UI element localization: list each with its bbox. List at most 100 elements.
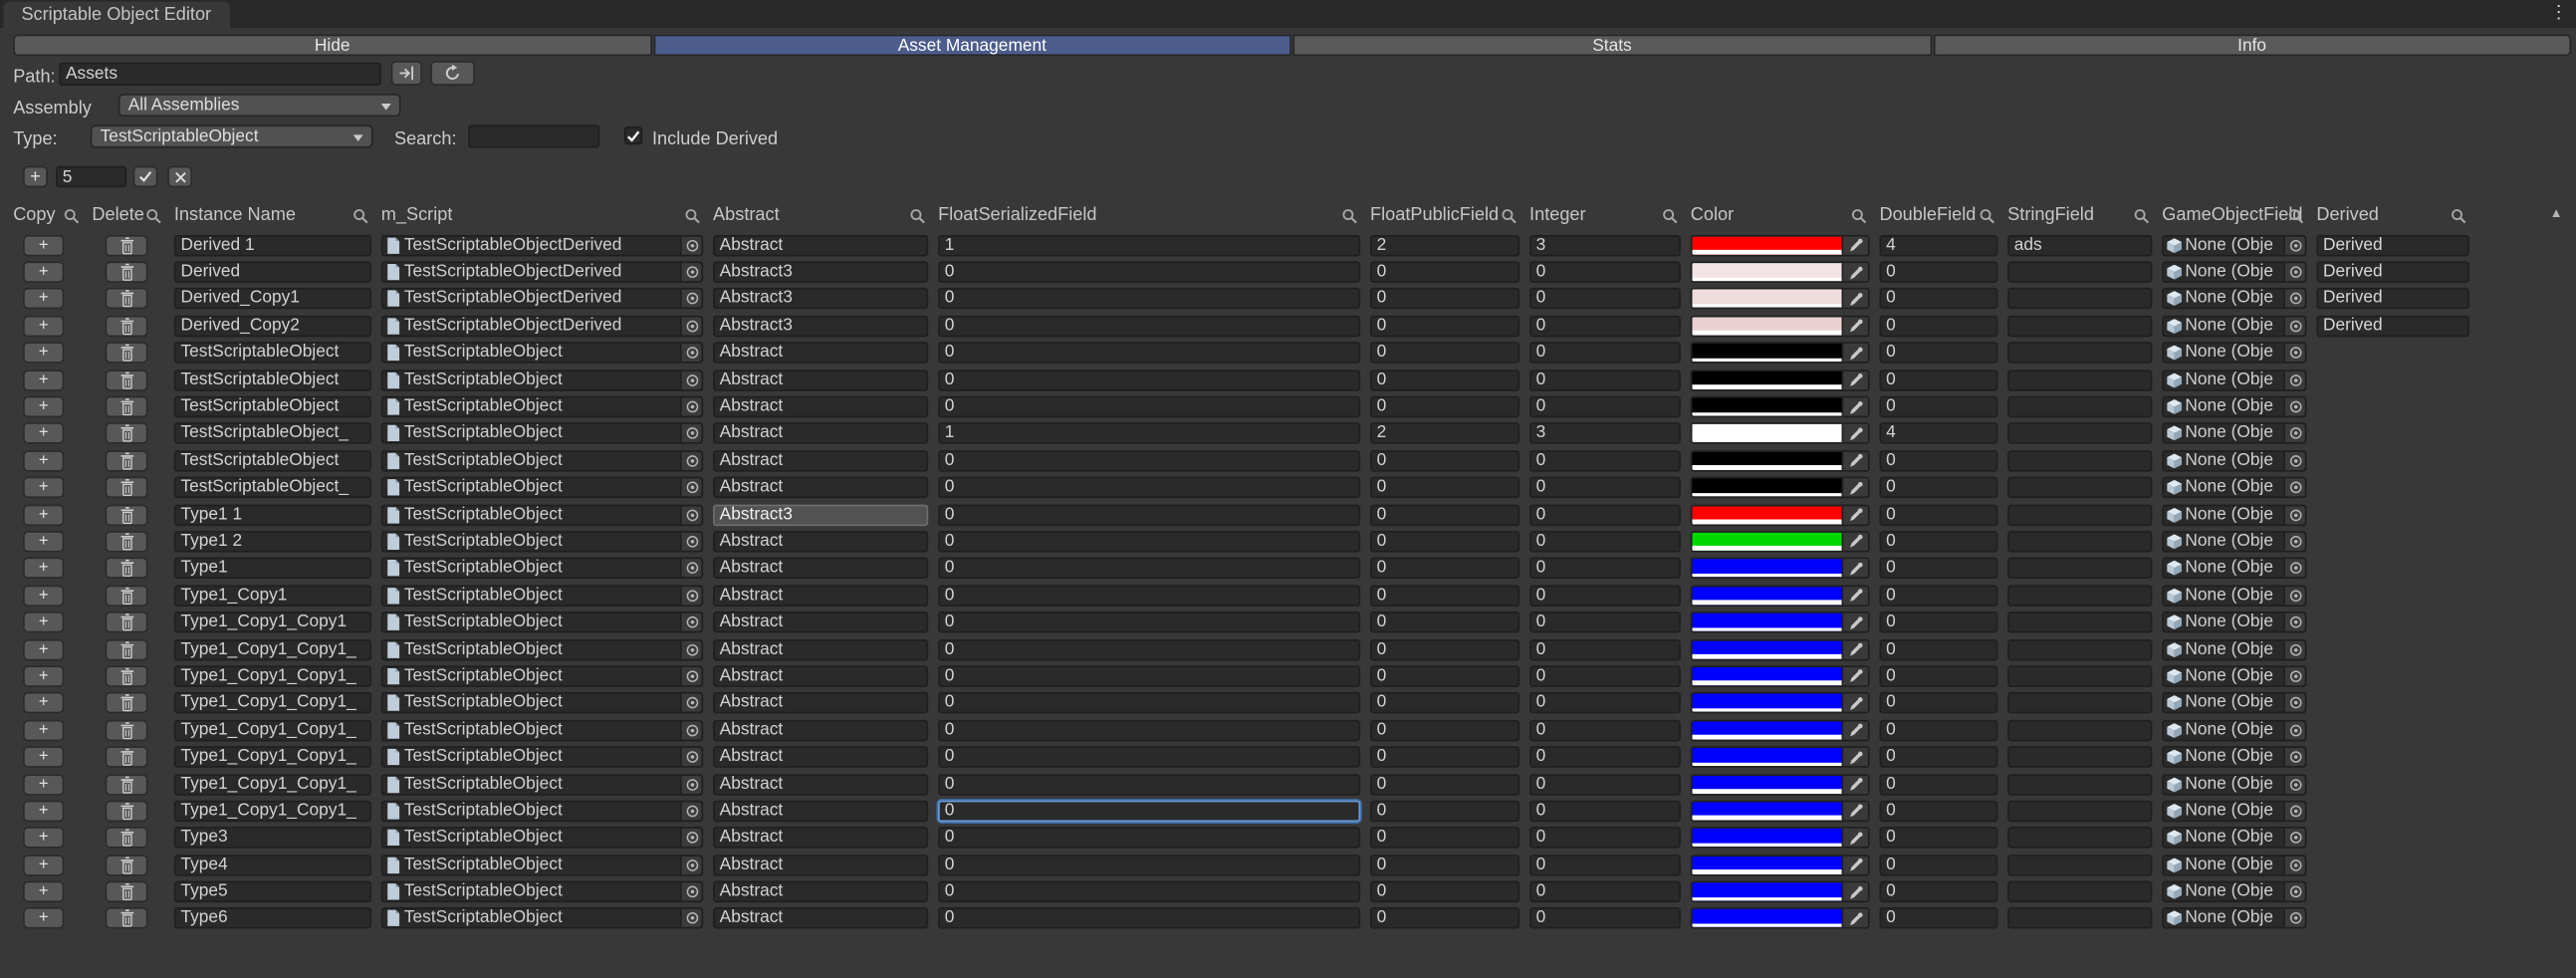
double-field[interactable]: 0 — [1879, 692, 1998, 714]
object-picker-icon[interactable] — [2283, 666, 2305, 686]
object-picker-icon[interactable] — [680, 532, 702, 551]
object-picker-icon[interactable] — [680, 236, 702, 255]
object-picker-icon[interactable] — [680, 639, 702, 659]
float-public-field[interactable]: 0 — [1370, 800, 1521, 823]
float-serialized-field[interactable]: 0 — [938, 611, 1361, 633]
kebab-menu-icon[interactable]: ⋮ — [2550, 3, 2568, 24]
eyedropper-icon[interactable] — [1841, 856, 1868, 874]
delete-row-button[interactable] — [105, 611, 148, 633]
float-public-field[interactable]: 0 — [1370, 827, 1521, 850]
float-public-field[interactable]: 0 — [1370, 585, 1521, 607]
column-header-color[interactable]: Color — [1691, 204, 1870, 230]
color-field[interactable] — [1690, 638, 1870, 660]
instance-name-field[interactable]: Type1_Copy1 — [173, 585, 371, 607]
gameobject-field[interactable]: None (Obje — [2162, 854, 2307, 876]
abstract-field[interactable]: Abstract — [713, 907, 929, 930]
string-field[interactable] — [2007, 800, 2153, 823]
object-picker-icon[interactable] — [2283, 748, 2305, 767]
color-field[interactable] — [1690, 585, 1870, 607]
column-header-derived[interactable]: Derived — [2316, 204, 2468, 230]
eyedropper-icon[interactable] — [1841, 424, 1868, 443]
object-picker-icon[interactable] — [2283, 694, 2305, 713]
integer-field[interactable]: 0 — [1529, 880, 1681, 903]
copy-row-button[interactable]: + — [23, 638, 65, 660]
float-public-field[interactable]: 0 — [1370, 692, 1521, 714]
color-field[interactable] — [1690, 234, 1870, 256]
float-public-field[interactable]: 0 — [1370, 719, 1521, 741]
float-serialized-field[interactable]: 0 — [938, 773, 1361, 795]
double-field[interactable]: 0 — [1879, 504, 1998, 526]
derived-field[interactable]: Derived — [2316, 234, 2469, 256]
copy-row-button[interactable]: + — [23, 476, 65, 499]
integer-field[interactable]: 3 — [1529, 234, 1681, 256]
float-public-field[interactable]: 0 — [1370, 665, 1521, 687]
eyedropper-icon[interactable] — [1841, 802, 1868, 821]
integer-field[interactable]: 0 — [1529, 907, 1681, 930]
delete-row-button[interactable] — [105, 827, 148, 850]
integer-field[interactable]: 0 — [1529, 638, 1681, 660]
search-icon[interactable] — [1500, 207, 1518, 225]
include-derived-checkbox[interactable] — [623, 126, 643, 145]
gameobject-field[interactable]: None (Obje — [2162, 907, 2307, 930]
color-field[interactable] — [1690, 261, 1870, 283]
delete-row-button[interactable] — [105, 854, 148, 876]
tab-asset-management[interactable]: Asset Management — [652, 34, 1291, 57]
copy-row-button[interactable]: + — [23, 746, 65, 768]
gameobject-field[interactable]: None (Obje — [2162, 422, 2307, 445]
abstract-field[interactable]: Abstract — [713, 476, 929, 499]
column-header-float-public[interactable]: FloatPublicField — [1370, 204, 1520, 230]
object-picker-icon[interactable] — [2283, 775, 2305, 794]
tab-stats[interactable]: Stats — [1292, 34, 1932, 57]
integer-field[interactable]: 0 — [1529, 315, 1681, 338]
integer-field[interactable]: 0 — [1529, 800, 1681, 823]
float-public-field[interactable]: 0 — [1370, 449, 1521, 472]
script-object-field[interactable]: TestScriptableObject — [380, 558, 704, 580]
eyedropper-icon[interactable] — [1841, 694, 1868, 713]
copy-row-button[interactable]: + — [23, 449, 65, 472]
integer-field[interactable]: 0 — [1529, 854, 1681, 876]
instance-name-field[interactable]: Type1_Copy1_Copy1_ — [173, 773, 371, 795]
apply-button[interactable] — [132, 165, 158, 188]
eyedropper-icon[interactable] — [1841, 397, 1868, 416]
double-field[interactable]: 0 — [1879, 907, 1998, 930]
object-picker-icon[interactable] — [680, 370, 702, 389]
color-field[interactable] — [1690, 880, 1870, 903]
gameobject-field[interactable]: None (Obje — [2162, 395, 2307, 418]
gameobject-field[interactable]: None (Obje — [2162, 692, 2307, 714]
copy-row-button[interactable]: + — [23, 880, 65, 903]
double-field[interactable]: 0 — [1879, 558, 1998, 580]
object-picker-icon[interactable] — [2283, 882, 2305, 901]
delete-row-button[interactable] — [105, 531, 148, 553]
search-icon[interactable] — [1978, 207, 1995, 225]
gameobject-field[interactable]: None (Obje — [2162, 261, 2307, 283]
float-public-field[interactable]: 0 — [1370, 854, 1521, 876]
script-object-field[interactable]: TestScriptableObject — [380, 907, 704, 930]
double-field[interactable]: 0 — [1879, 719, 1998, 741]
instance-name-field[interactable]: Type1_Copy1_Copy1_ — [173, 692, 371, 714]
float-public-field[interactable]: 0 — [1370, 261, 1521, 283]
object-picker-icon[interactable] — [680, 424, 702, 443]
object-picker-icon[interactable] — [680, 721, 702, 740]
color-field[interactable] — [1690, 315, 1870, 338]
object-picker-icon[interactable] — [680, 559, 702, 578]
delete-row-button[interactable] — [105, 504, 148, 526]
float-serialized-field[interactable]: 0 — [938, 746, 1361, 768]
double-field[interactable]: 0 — [1879, 476, 1998, 499]
column-header-delete[interactable]: Delete — [92, 204, 164, 230]
delete-row-button[interactable] — [105, 585, 148, 607]
type-dropdown[interactable]: TestScriptableObject — [90, 124, 373, 148]
eyedropper-icon[interactable] — [1841, 639, 1868, 659]
float-public-field[interactable]: 0 — [1370, 907, 1521, 930]
copy-row-button[interactable]: + — [23, 261, 65, 283]
assembly-dropdown[interactable]: All Assemblies — [117, 94, 401, 118]
delete-row-button[interactable] — [105, 395, 148, 418]
search-icon[interactable] — [1661, 207, 1679, 225]
object-picker-icon[interactable] — [680, 478, 702, 497]
object-picker-icon[interactable] — [2283, 532, 2305, 551]
object-picker-icon[interactable] — [680, 451, 702, 470]
string-field[interactable] — [2007, 719, 2153, 741]
script-object-field[interactable]: TestScriptableObject — [380, 773, 704, 795]
double-field[interactable]: 0 — [1879, 342, 1998, 365]
eyedropper-icon[interactable] — [1841, 748, 1868, 767]
script-object-field[interactable]: TestScriptableObjectDerived — [380, 261, 704, 283]
